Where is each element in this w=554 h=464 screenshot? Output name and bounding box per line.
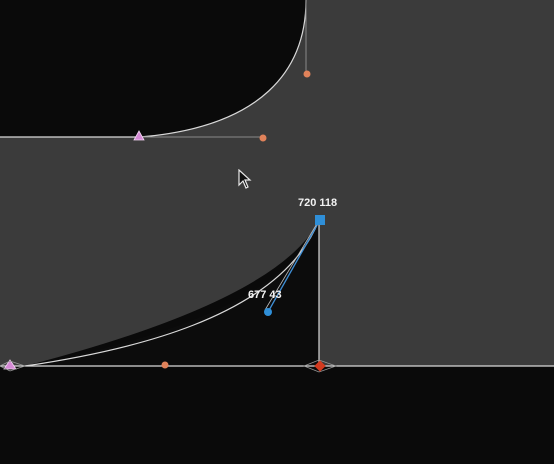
bottom-offcurve-handle[interactable] (161, 361, 169, 369)
selected-oncurve-node[interactable] (315, 215, 325, 225)
glyph-outline-svg[interactable] (0, 0, 554, 464)
top-offcurve-handle[interactable] (303, 70, 311, 78)
middle-offcurve-handle[interactable] (259, 134, 267, 142)
glyph-editor-canvas[interactable]: 720 118 677 43 (0, 0, 554, 464)
selected-node-coordinate-label: 720 118 (298, 197, 338, 209)
selected-offcurve-handle[interactable] (264, 308, 272, 316)
arrow-pointer-icon (238, 169, 252, 189)
selected-handle-coordinate-label: 677 43 (248, 289, 282, 301)
